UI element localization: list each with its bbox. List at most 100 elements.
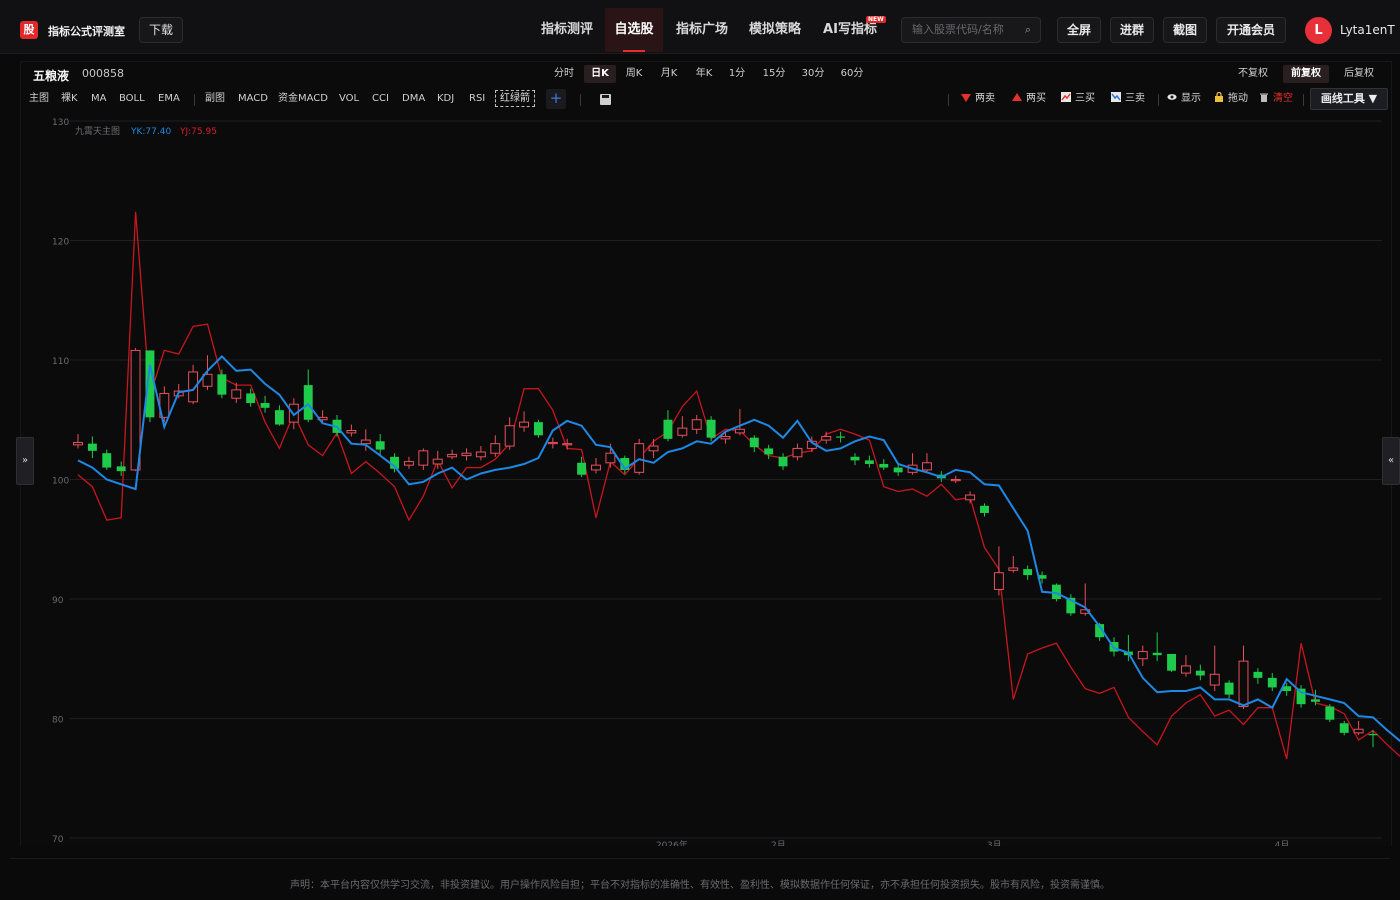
candle-body (1368, 734, 1378, 736)
candle (274, 405, 284, 426)
candle (461, 448, 472, 461)
candle-body (533, 422, 543, 436)
candle (1209, 645, 1220, 692)
candle-body (634, 443, 645, 473)
candle (950, 475, 961, 484)
candle (980, 503, 989, 517)
candle-body (1310, 699, 1320, 702)
candle-body (850, 456, 860, 461)
candle (879, 459, 889, 470)
candles (73, 348, 1378, 748)
candle (303, 369, 313, 423)
disclaimer-text: 声明：本平台内容仅供学习交流，非投资建议。用户操作风险自担；平台不对指标的准确性… (290, 880, 1110, 891)
candle-body (663, 419, 673, 439)
candle-body (461, 452, 472, 457)
y-axis-labels: 130 120 110 100 90 80 70 (52, 118, 69, 845)
y-tick-label: 110 (52, 357, 69, 367)
candle (836, 431, 846, 443)
candle-body (274, 410, 284, 425)
candle-body (1267, 677, 1277, 688)
candle (1339, 720, 1349, 736)
candle (634, 438, 645, 475)
candle (591, 457, 601, 474)
candle (1238, 645, 1249, 709)
candle-body (1353, 728, 1364, 734)
candle-body (821, 435, 832, 441)
candle-body (778, 456, 788, 467)
y-tick-label: 70 (52, 835, 64, 845)
candle (907, 453, 918, 475)
candle (993, 546, 1004, 596)
candle (504, 417, 515, 450)
candle-body (1137, 651, 1148, 660)
candle (533, 419, 543, 438)
candle (403, 456, 414, 469)
candle (749, 435, 759, 453)
candle (87, 436, 97, 458)
candle (850, 453, 860, 466)
candle (547, 437, 558, 449)
candle-body (260, 403, 270, 408)
candle-body (102, 453, 112, 468)
candle (1008, 555, 1019, 573)
candle-body (418, 450, 429, 466)
candle (965, 491, 976, 504)
candle-body (836, 436, 846, 438)
candle (260, 395, 270, 413)
candle (734, 408, 745, 436)
candle-body (1167, 653, 1177, 671)
y-tick-label: 100 (52, 477, 69, 487)
candle-body (490, 443, 501, 454)
candle-body (1209, 673, 1220, 686)
candle-body (562, 443, 573, 446)
candle-body (1224, 682, 1234, 695)
candle-body (1238, 660, 1249, 708)
candle-body (116, 466, 126, 472)
candle-body (648, 445, 659, 452)
yj-series (77, 211, 1400, 760)
expand-right-arrow[interactable]: « (1382, 437, 1400, 485)
candle-body (475, 451, 486, 458)
chart-grid (70, 120, 1382, 839)
legend-title: 九霄天主图 (75, 125, 120, 137)
candle-body (130, 349, 141, 471)
candle (418, 448, 429, 470)
candle-body (764, 448, 774, 455)
candle (1137, 645, 1148, 666)
candle-body (73, 441, 83, 446)
candle (130, 348, 141, 472)
candle (1023, 565, 1033, 580)
candle (1253, 668, 1263, 684)
candle-body (246, 393, 256, 404)
candle-body (950, 479, 961, 482)
candle (577, 456, 587, 478)
candle (648, 438, 659, 458)
candle (102, 449, 112, 470)
candle (231, 382, 242, 404)
candle-body (749, 437, 759, 448)
expand-left-arrow[interactable]: » (16, 437, 34, 485)
candle-body (303, 385, 313, 420)
candle (764, 444, 774, 460)
candle (677, 416, 688, 438)
candle (1180, 655, 1191, 677)
candle-body (864, 460, 874, 464)
footer-divider (10, 858, 1390, 859)
candle-body (720, 435, 731, 440)
candle-body (447, 453, 458, 458)
candle-body (677, 427, 688, 436)
yj-line (77, 211, 1400, 760)
candle (1224, 680, 1234, 699)
candle-body (879, 463, 889, 468)
candle-body (360, 439, 371, 445)
candle-body (217, 374, 227, 395)
candle (706, 416, 716, 442)
candle-body (403, 461, 414, 466)
candle-body (1339, 723, 1349, 733)
candle (1353, 720, 1364, 736)
candle-body (691, 419, 702, 430)
legend-yk: YK:77.40 (130, 127, 171, 137)
candle (792, 443, 803, 461)
candle (778, 453, 788, 470)
candlestick-chart[interactable]: 130 120 110 100 90 80 70 2026年2月3月4月 九霄天主图 YK:… (0, 0, 1400, 860)
